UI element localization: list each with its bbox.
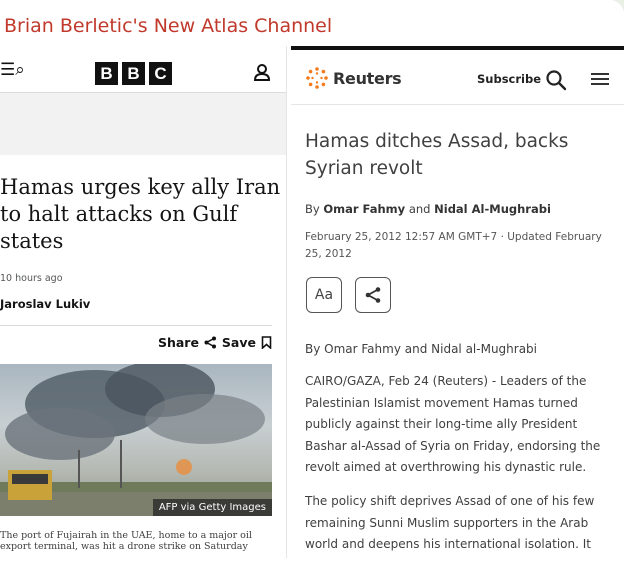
text-size-button[interactable]: Aa [306,277,342,313]
bookmark-icon[interactable] [261,336,272,349]
share-icon [365,287,381,303]
reuters-logo[interactable]: Reuters [305,66,402,90]
reuters-byline: By Omar Fahmy and Nidal Al-Mughrabi [305,202,551,216]
bbc-headline: Hamas urges key ally Iran to halt attack… [0,175,281,253]
search-icon[interactable] [545,69,567,91]
bbc-author[interactable]: Jaroslav Lukiv [0,297,90,311]
reuters-headline: Hamas ditches Assad, backs Syrian revolt [305,131,569,179]
share-icon[interactable] [204,336,217,349]
video-frame: Brian Berletic's New Atlas Channel ☰⌕ B … [0,0,624,570]
reuters-logo-icon [306,67,328,89]
bbc-timestamp: 10 hours ago [0,273,63,284]
author-link[interactable]: Nidal Al-Mughrabi [434,202,551,216]
bbc-actions: Share Save [158,335,272,350]
smoke-scene-graphic [0,364,272,516]
bottom-strip [0,558,624,570]
photo-credit: AFP via Getty Images [152,499,272,516]
byline-and: and [408,202,431,216]
reuters-dateline: February 25, 2012 12:57 AM GMT+7 · Updat… [305,231,602,260]
subscribe-button[interactable]: Subscribe [477,72,541,86]
save-label[interactable]: Save [222,335,256,350]
byline-prefix: By [305,202,320,216]
article-paragraph: The policy shift deprives Assad of one o… [305,494,595,551]
account-icon[interactable] [253,63,271,81]
hamburger-menu-icon[interactable] [591,71,609,87]
bbc-article-panel: ☰⌕ B B C Hamas urges key ally Iran to ha… [0,46,286,558]
bbc-logo-letter: C [149,62,172,85]
bbc-menu-search-icon[interactable]: ☰⌕ [0,60,25,80]
article-photo[interactable]: AFP via Getty Images [0,364,272,516]
divider [0,325,272,326]
bbc-logo-letter: B [95,62,118,85]
channel-title: Brian Berletic's New Atlas Channel [4,15,333,37]
bbc-logo-letter: B [122,62,145,85]
photo-caption: The port of Fujairah in the UAE, home to… [0,530,252,552]
author-link[interactable]: Omar Fahmy [323,202,405,216]
share-button[interactable] [355,277,391,313]
article-byline-text: By Omar Fahmy and Nidal al-Mughrabi [305,342,538,356]
bbc-header: ☰⌕ B B C [0,46,286,93]
ad-placeholder [0,93,286,155]
reuters-article-panel: Reuters Subscribe Hamas ditches Assad, b… [291,46,624,558]
bbc-logo[interactable]: B B C [95,62,172,85]
reuters-logo-text: Reuters [333,68,402,88]
article-paragraph: CAIRO/GAZA, Feb 24 (Reuters) - Leaders o… [305,374,601,474]
reuters-header: Reuters Subscribe [291,50,624,105]
share-label[interactable]: Share [158,335,199,350]
